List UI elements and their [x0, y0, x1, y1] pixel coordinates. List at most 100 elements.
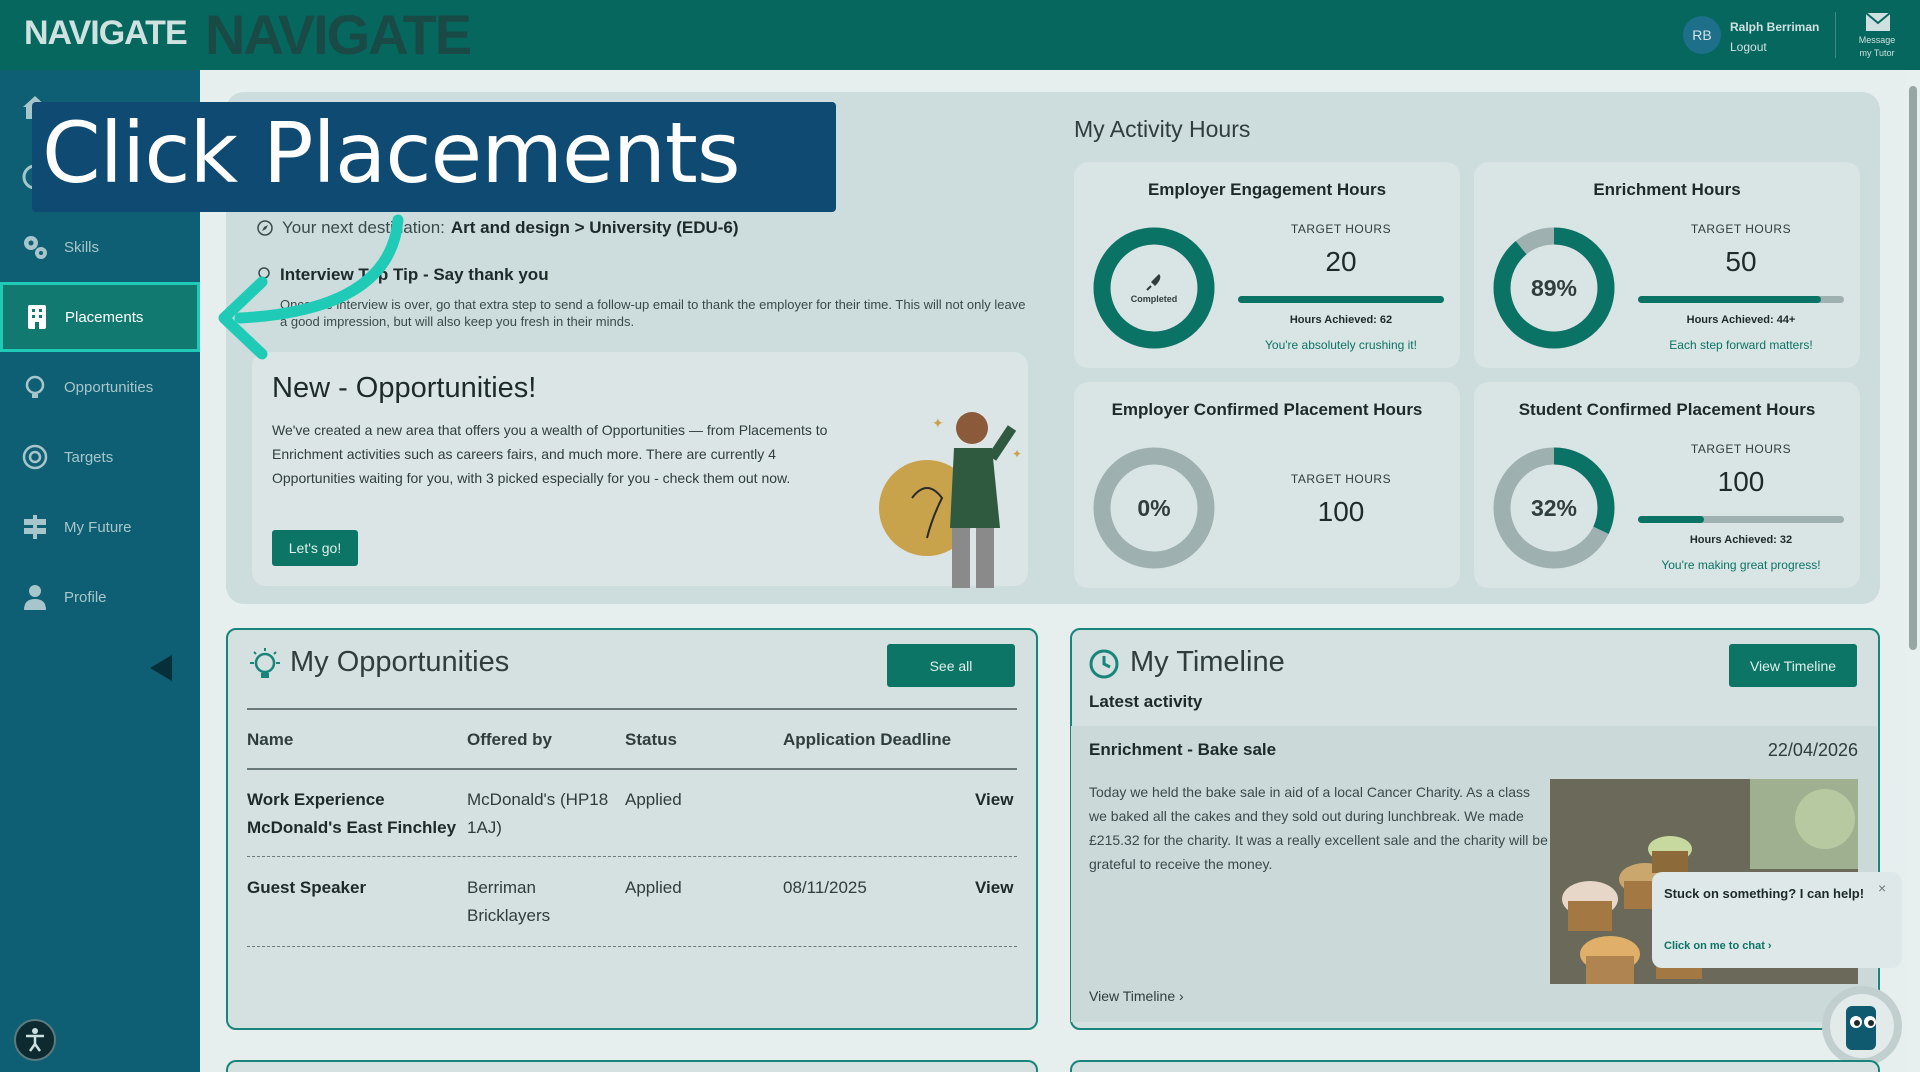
sidebar-item-skills[interactable]: Skills — [0, 212, 200, 282]
row-name: Guest Speaker — [247, 878, 367, 897]
target-hours-value: 100 — [1317, 496, 1365, 527]
message-label: Message — [1858, 35, 1896, 45]
chat-link[interactable]: Click on me to chat › — [1664, 940, 1772, 952]
column-header-name[interactable]: Name — [247, 730, 293, 750]
donut-label: 89% — [1530, 274, 1578, 301]
sidebar-item-label: Skills — [64, 238, 100, 256]
my-timeline-title: My Timeline — [1130, 646, 1285, 678]
chat-prompt: Stuck on something? I can help! — [1664, 886, 1865, 901]
close-icon[interactable]: × — [1878, 880, 1886, 896]
my-opportunities-title: My Opportunities — [290, 646, 510, 678]
hours-achieved: Hours Achieved: 32 — [1689, 534, 1793, 546]
hours-card-enrichment: Enrichment Hours 89% TARGET HOURS 50 Hou… — [1474, 162, 1860, 368]
encouragement-text: You're making great progress! — [1661, 558, 1821, 572]
hours-card-title: Enrichment Hours — [1593, 180, 1741, 199]
lightbulb-icon — [25, 375, 45, 398]
target-hours-label: TARGET HOURS — [1690, 222, 1792, 236]
next-destination-value: Art and design > University (EDU-6) — [450, 218, 739, 237]
row-status: Applied — [625, 878, 682, 897]
hours-card-title: Student Confirmed Placement Hours — [1518, 400, 1816, 419]
divider — [247, 768, 1017, 770]
encouragement-text: You're absolutely crushing it! — [1265, 338, 1417, 352]
logout-link[interactable]: Logout — [1730, 40, 1767, 54]
timeline-item-title: Enrichment - Bake sale — [1089, 740, 1277, 759]
target-icon — [22, 444, 48, 470]
target-hours-value: 50 — [1725, 246, 1757, 277]
activity-hours-title: My Activity Hours — [1074, 116, 1251, 142]
column-header-offered-by[interactable]: Offered by — [467, 730, 552, 750]
sidebar-item-label: Placements — [65, 308, 144, 326]
row-offered-by-detail: Bricklayers — [467, 906, 551, 925]
progress-bar — [1638, 516, 1844, 523]
envelope-icon[interactable] — [1865, 12, 1891, 32]
row-name-detail: McDonald's East Finchley — [247, 818, 457, 837]
row-status: Applied — [625, 790, 682, 809]
sidebar-item-my-future[interactable]: My Future — [0, 492, 200, 562]
sidebar-item-opportunities[interactable]: Opportunities — [0, 352, 200, 422]
tutorial-arrow-icon — [218, 214, 404, 360]
idea-illustration: ✦ ✦ — [879, 412, 1022, 588]
message-label-tutor: my Tutor — [1859, 48, 1895, 58]
user-name: Ralph Berriman — [1730, 20, 1820, 34]
donut-label: 0% — [1137, 494, 1171, 521]
user-icon — [24, 585, 46, 610]
see-all-button[interactable]: See all — [887, 644, 1015, 687]
donut-label: 32% — [1530, 494, 1578, 521]
row-view-link[interactable]: View — [975, 874, 1013, 902]
column-header-status[interactable]: Status — [625, 730, 677, 750]
svg-text:✦: ✦ — [1012, 447, 1022, 461]
sidebar-item-label: Targets — [64, 448, 114, 466]
row-view-link[interactable]: View — [975, 786, 1013, 814]
view-timeline-button[interactable]: View Timeline — [1729, 644, 1857, 687]
hours-card-student-confirmed: Student Confirmed Placement Hours 32% TA… — [1474, 382, 1860, 588]
progress-bar — [1638, 296, 1844, 303]
encouragement-text: Each step forward matters! — [1669, 338, 1813, 352]
rocket-icon — [1146, 274, 1161, 291]
donut-label: Completed — [1092, 226, 1216, 350]
column-header-deadline[interactable]: Application Deadline — [783, 730, 951, 750]
sidebar-item-label: My Future — [64, 518, 132, 536]
hours-card-employer-confirmed: Employer Confirmed Placement Hours 0% TA… — [1074, 382, 1460, 588]
divider — [247, 708, 1017, 710]
logo-watermark: NAVIGATE — [205, 3, 472, 66]
chevron-right-icon: › — [1179, 988, 1184, 1004]
next-panel-edge — [1070, 1060, 1880, 1072]
svg-text:✦: ✦ — [932, 415, 944, 431]
progress-bar — [1238, 296, 1444, 303]
hours-achieved: Hours Achieved: 44+ — [1686, 314, 1796, 326]
target-hours-label: TARGET HOURS — [1290, 222, 1392, 236]
progress-bar-fill — [1638, 296, 1822, 303]
chevron-right-icon: › — [1767, 940, 1772, 952]
message-tutor-button[interactable]: Message my Tutor — [1852, 34, 1902, 60]
hours-card-title: Employer Engagement Hours — [1147, 180, 1387, 199]
sidebar-item-label: Profile — [64, 588, 107, 606]
accessibility-icon[interactable] — [14, 1019, 56, 1061]
promo-title: New - Opportunities! — [272, 372, 537, 404]
target-hours-label: TARGET HOURS — [1290, 472, 1392, 486]
sidebar-item-placements[interactable]: Placements — [0, 282, 200, 352]
tutorial-callout-text: Click Placements — [42, 104, 741, 202]
row-deadline: 08/11/2025 — [783, 878, 867, 897]
row-offered-by-detail: 1AJ) — [467, 818, 502, 837]
sidebar-item-label: Opportunities — [64, 378, 154, 396]
building-icon — [28, 305, 46, 329]
view-timeline-link[interactable]: View Timeline › — [1089, 988, 1184, 1004]
row-offered-by: McDonald's (HP18 — [467, 790, 609, 809]
avatar[interactable]: RB — [1683, 16, 1721, 54]
timeline-item-description: Today we held the bake sale in aid of a … — [1089, 784, 1548, 872]
signpost-icon — [24, 515, 46, 539]
lets-go-button[interactable]: Let's go! — [272, 530, 358, 566]
row-offered-by: Berriman — [467, 878, 536, 897]
view-timeline-link-text: View Timeline — [1089, 988, 1176, 1004]
app-logo[interactable]: NAVIGATE — [24, 14, 188, 53]
collapse-sidebar-icon[interactable] — [150, 655, 172, 681]
target-hours-value: 100 — [1717, 466, 1765, 497]
divider — [1835, 12, 1836, 58]
lightbulb-icon — [250, 648, 280, 678]
sidebar-item-profile[interactable]: Profile — [0, 562, 200, 632]
hours-card-employer-engagement: Employer Engagement Hours Completed TARG… — [1074, 162, 1460, 368]
scrollbar-thumb[interactable] — [1909, 86, 1917, 650]
target-hours-label: TARGET HOURS — [1690, 442, 1792, 456]
sidebar-item-targets[interactable]: Targets — [0, 422, 200, 492]
chatbot-avatar[interactable] — [1822, 986, 1902, 1066]
